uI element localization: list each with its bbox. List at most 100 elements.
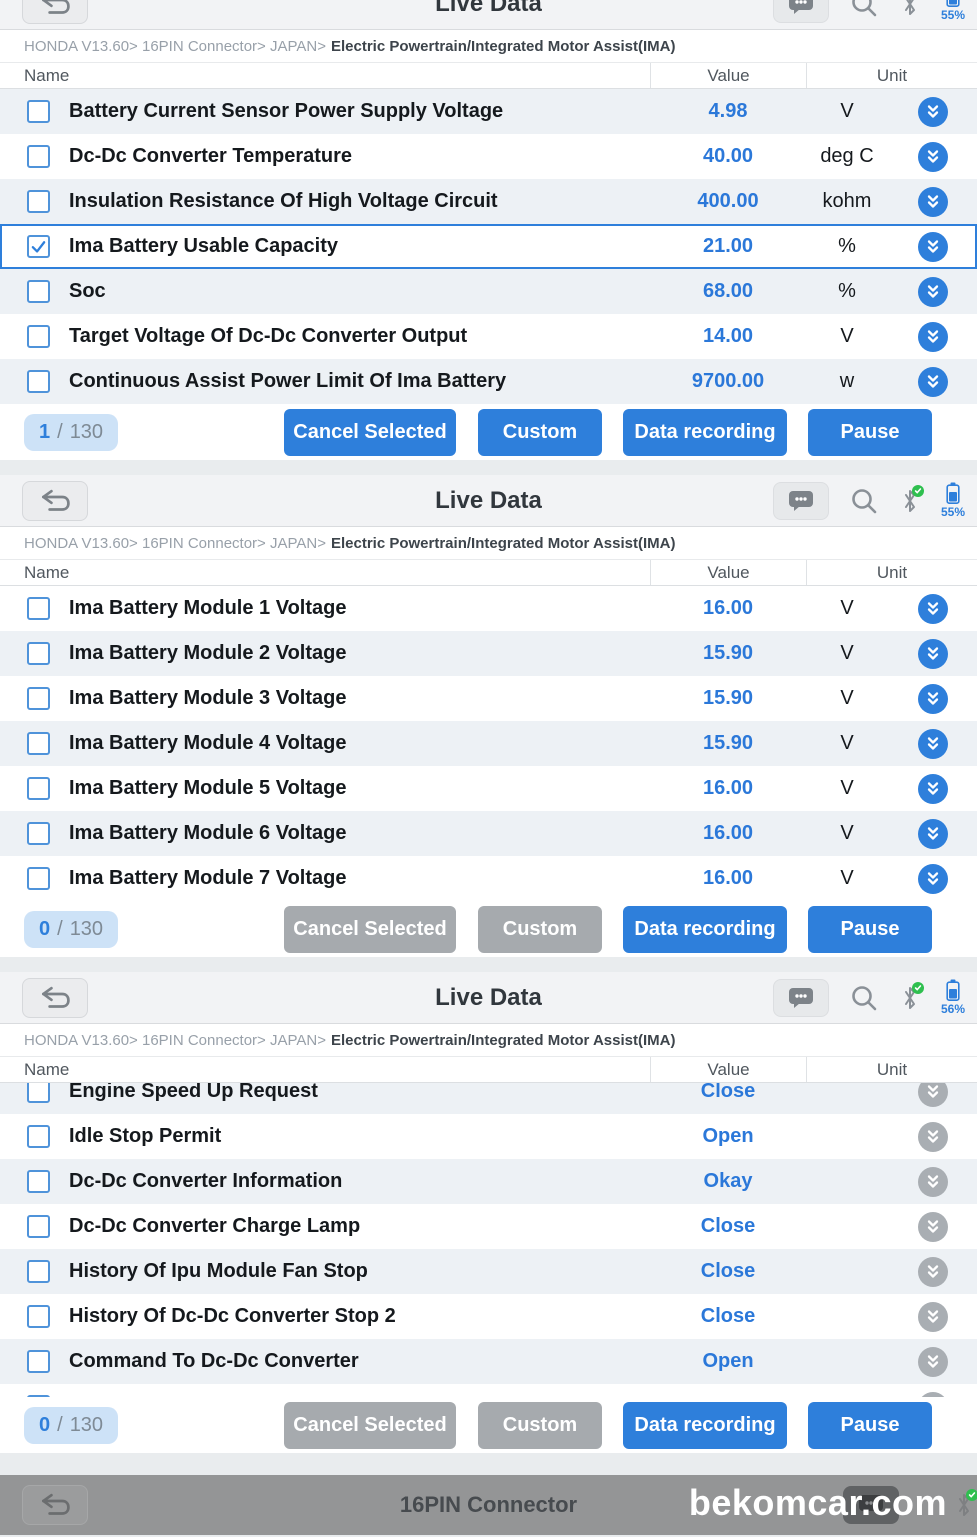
row-name: Target Voltage Of Dc-Dc Converter Output — [50, 325, 650, 348]
row-checkbox[interactable] — [27, 1350, 50, 1373]
row-name: Ima Battery Module 7 Voltage — [50, 867, 650, 890]
table-row[interactable]: Command To Dc-Dc Converter Open — [0, 1339, 977, 1384]
table-row[interactable]: Ima Battery Module 6 Voltage 16.00 V — [0, 811, 977, 856]
row-checkbox[interactable] — [27, 190, 50, 213]
table-row[interactable]: Ima Battery Module 7 Voltage 16.00 V — [0, 856, 977, 901]
row-checkbox[interactable] — [27, 732, 50, 755]
row-checkbox[interactable] — [27, 1125, 50, 1148]
expand-row-button[interactable] — [888, 639, 977, 669]
row-checkbox[interactable] — [27, 822, 50, 845]
table-row[interactable]: Ima Battery Module 3 Voltage 15.90 V — [0, 676, 977, 721]
row-checkbox[interactable] — [27, 280, 50, 303]
expand-row-button[interactable] — [888, 187, 977, 217]
expand-row-button[interactable] — [888, 774, 977, 804]
table-row[interactable]: Target Voltage Of Dc-Dc Converter Output… — [0, 314, 977, 359]
row-checkbox[interactable] — [27, 1170, 50, 1193]
custom-button[interactable]: Custom — [478, 1402, 602, 1449]
expand-row-button[interactable] — [888, 322, 977, 352]
expand-row-button[interactable] — [888, 232, 977, 262]
table-row[interactable]: Soc 68.00 % — [0, 269, 977, 314]
expand-row-button[interactable] — [888, 819, 977, 849]
chat-button[interactable] — [773, 979, 829, 1017]
table-row[interactable]: Battery Current Sensor Power Supply Volt… — [0, 89, 977, 134]
chevron-double-down-icon — [918, 1302, 948, 1332]
expand-row-button[interactable] — [888, 1212, 977, 1242]
table-row[interactable]: Idle Stop Permit Open — [0, 1114, 977, 1159]
expand-row-button[interactable] — [888, 864, 977, 894]
row-checkbox[interactable] — [27, 687, 50, 710]
row-checkbox[interactable] — [27, 100, 50, 123]
expand-row-button[interactable] — [888, 367, 977, 397]
table-row[interactable]: History Of Ipu Module Fan Stop Close — [0, 1249, 977, 1294]
custom-button[interactable]: Custom — [478, 409, 602, 456]
table-row[interactable] — [0, 1384, 977, 1397]
table-row[interactable]: History Of Dc-Dc Converter Stop 2 Close — [0, 1294, 977, 1339]
table-row[interactable]: Ima Battery Module 5 Voltage 16.00 V — [0, 766, 977, 811]
table-row[interactable]: Dc-Dc Converter Temperature 40.00 deg C — [0, 134, 977, 179]
expand-row-button[interactable] — [888, 729, 977, 759]
expand-row-button[interactable] — [888, 684, 977, 714]
row-checkbox[interactable] — [27, 1260, 50, 1283]
row-value: 15.90 — [650, 642, 806, 665]
table-row[interactable]: Dc-Dc Converter Information Okay — [0, 1159, 977, 1204]
search-button[interactable] — [849, 0, 879, 19]
pause-button[interactable]: Pause — [808, 409, 932, 456]
search-button[interactable] — [849, 983, 879, 1013]
bluetooth-status[interactable] — [899, 0, 921, 19]
expand-row-button[interactable] — [888, 1083, 977, 1107]
chat-button[interactable] — [773, 0, 829, 23]
expand-row-button[interactable] — [888, 277, 977, 307]
row-checkbox[interactable] — [27, 1395, 50, 1397]
pause-button[interactable]: Pause — [808, 906, 932, 953]
row-checkbox[interactable] — [27, 325, 50, 348]
data-recording-button[interactable]: Data recording — [623, 906, 787, 953]
table-row[interactable]: Engine Speed Up Request Close — [0, 1083, 977, 1114]
expand-row-button[interactable] — [888, 1257, 977, 1287]
search-button[interactable] — [849, 486, 879, 516]
bluetooth-status[interactable] — [899, 486, 921, 516]
table-row[interactable]: Ima Battery Usable Capacity 21.00 % — [0, 224, 977, 269]
row-unit: V — [806, 597, 888, 620]
table-row[interactable]: Continuous Assist Power Limit Of Ima Bat… — [0, 359, 977, 404]
bluetooth-status[interactable] — [899, 983, 921, 1013]
row-checkbox[interactable] — [27, 370, 50, 393]
expand-row-button[interactable] — [888, 97, 977, 127]
row-checkbox[interactable] — [27, 1083, 50, 1103]
cancel-selected-button[interactable]: Cancel Selected — [284, 409, 456, 456]
expand-row-button[interactable] — [888, 1122, 977, 1152]
expand-row-button[interactable] — [888, 142, 977, 172]
back-button[interactable] — [22, 481, 88, 521]
back-button[interactable] — [22, 978, 88, 1018]
table-row[interactable]: Ima Battery Module 1 Voltage 16.00 V — [0, 586, 977, 631]
cancel-selected-button[interactable]: Cancel Selected — [284, 906, 456, 953]
chat-button[interactable] — [773, 482, 829, 520]
table-row[interactable]: Ima Battery Module 4 Voltage 15.90 V — [0, 721, 977, 766]
data-recording-button[interactable]: Data recording — [623, 1402, 787, 1449]
data-recording-button[interactable]: Data recording — [623, 409, 787, 456]
row-checkbox[interactable] — [27, 642, 50, 665]
expand-row-button[interactable] — [888, 1302, 977, 1332]
cancel-selected-button[interactable]: Cancel Selected — [284, 1402, 456, 1449]
row-value: 16.00 — [650, 777, 806, 800]
row-value: 4.98 — [650, 100, 806, 123]
row-checkbox[interactable] — [27, 1305, 50, 1328]
row-checkbox[interactable] — [27, 777, 50, 800]
row-checkbox[interactable] — [27, 1215, 50, 1238]
row-checkbox[interactable] — [27, 145, 50, 168]
expand-row-button[interactable] — [888, 1392, 977, 1398]
pause-button[interactable]: Pause — [808, 1402, 932, 1449]
breadcrumb: HONDA V13.60> 16PIN Connector> JAPAN> El… — [0, 1024, 977, 1057]
expand-row-button[interactable] — [888, 1347, 977, 1377]
table-row[interactable]: Dc-Dc Converter Charge Lamp Close — [0, 1204, 977, 1249]
row-checkbox[interactable] — [27, 597, 50, 620]
back-button[interactable] — [22, 1485, 88, 1525]
back-button[interactable] — [22, 0, 88, 24]
custom-button[interactable]: Custom — [478, 906, 602, 953]
row-checkbox[interactable] — [27, 867, 50, 890]
expand-row-button[interactable] — [888, 594, 977, 624]
table-row[interactable]: Insulation Resistance Of High Voltage Ci… — [0, 179, 977, 224]
row-checkbox[interactable] — [27, 235, 50, 258]
chevron-double-down-icon — [918, 1122, 948, 1152]
expand-row-button[interactable] — [888, 1167, 977, 1197]
table-row[interactable]: Ima Battery Module 2 Voltage 15.90 V — [0, 631, 977, 676]
